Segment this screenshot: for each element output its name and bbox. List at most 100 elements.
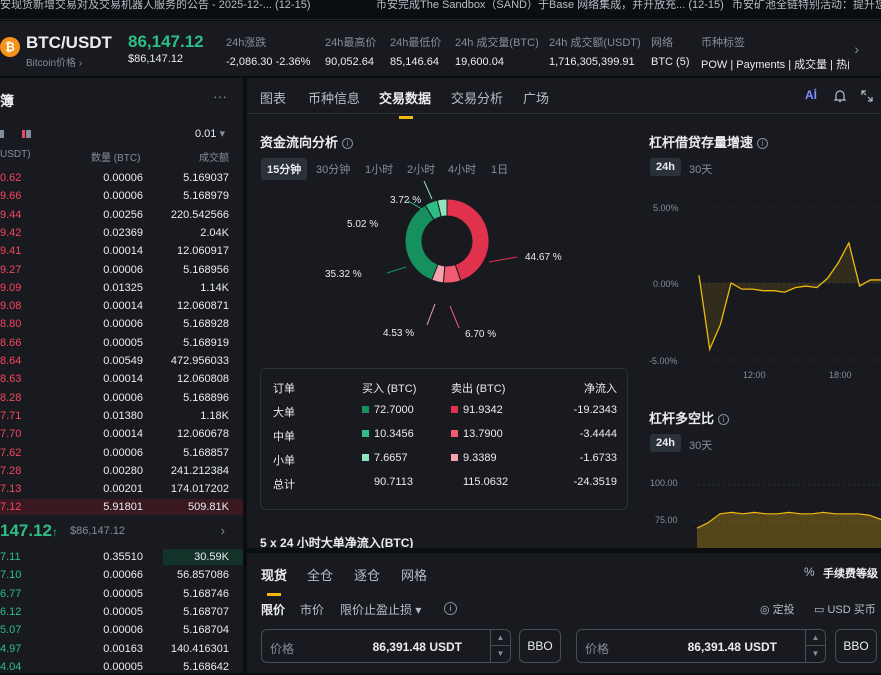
order-book-row[interactable]: 6.77 0.00005 5.168746 <box>0 586 243 602</box>
interval-1d[interactable]: 1日 <box>491 161 508 177</box>
stat-label: 24h最高价 <box>325 37 377 49</box>
mid-price-row[interactable]: 147.12↑ $86,147.12 › <box>0 521 243 547</box>
legend-swatch <box>451 454 458 461</box>
info-icon[interactable]: i <box>342 138 354 149</box>
order-book-row[interactable]: 8.28 0.00006 5.168896 <box>0 390 243 406</box>
fee-level-link[interactable]: 手续费等级 <box>823 565 878 581</box>
chevron-down-icon[interactable]: ▼ <box>806 645 825 661</box>
order-book-row[interactable]: 7.62 0.00006 5.168857 <box>0 445 243 461</box>
order-book-row[interactable]: 7.10 0.00066 56.857086 <box>0 567 243 583</box>
chevron-right-icon[interactable]: › <box>854 41 859 57</box>
chevron-up-icon[interactable]: ▲ <box>491 630 510 645</box>
more-options-icon[interactable]: ··· <box>213 88 227 104</box>
info-icon[interactable]: i <box>444 602 457 615</box>
row-amount: 0.00005 <box>103 336 143 349</box>
tab-trading-analysis[interactable]: 交易分析 <box>451 88 503 107</box>
interval-4h[interactable]: 4小时 <box>448 161 476 177</box>
tab-cross[interactable]: 全仓 <box>307 565 333 584</box>
buy-bbo-button[interactable]: BBO <box>519 629 561 663</box>
pair-title[interactable]: BTC/USDT <box>26 33 112 53</box>
info-icon[interactable]: i <box>757 138 769 149</box>
book-layout-toggle[interactable] <box>0 129 34 139</box>
tab-isolated[interactable]: 逐仓 <box>354 565 380 584</box>
order-book-row[interactable]: 9.41 0.00014 12.060917 <box>0 243 243 259</box>
order-book-row[interactable]: 9.08 0.00014 12.060871 <box>0 298 243 314</box>
flow-cell-name: 大单 <box>273 404 295 420</box>
pair-subtitle-link[interactable]: Bitcoin价格 › <box>26 54 82 69</box>
tab-square[interactable]: 广场 <box>523 88 549 107</box>
order-book-row[interactable]: 9.44 0.00256 220.542566 <box>0 207 243 223</box>
interval-30m[interactable]: 30分钟 <box>316 161 350 177</box>
order-book-row[interactable]: 7.12 5.91801 509.81K <box>0 499 243 516</box>
order-book-row[interactable]: 0.62 0.00006 5.169037 <box>0 170 243 186</box>
order-book-row[interactable]: 9.27 0.00006 5.168956 <box>0 262 243 278</box>
slice-label-large-sell: 44.67 % <box>525 252 562 263</box>
order-type-market[interactable]: 市价 <box>300 601 324 618</box>
longshort-title-text: 杠杆多空比 <box>649 411 715 426</box>
order-book-row[interactable]: 7.70 0.00014 12.060678 <box>0 426 243 442</box>
interval-15m[interactable]: 15分钟 <box>261 158 308 180</box>
order-book-row[interactable]: 4.97 0.00163 140.416301 <box>0 641 243 657</box>
tab-chart[interactable]: 图表 <box>260 88 286 107</box>
order-book-row[interactable]: 5.07 0.00006 5.168704 <box>0 622 243 638</box>
stat-value: -2,086.30 -2.36% <box>226 56 311 68</box>
tab-grid[interactable]: 网格 <box>401 565 427 584</box>
order-book-row[interactable]: 9.42 0.02369 2.04K <box>0 225 243 241</box>
row-price: 7.11 <box>0 551 21 563</box>
order-book-row[interactable]: 7.13 0.00201 174.017202 <box>0 481 243 497</box>
buy-price-input[interactable]: 价格 86,391.48 USDT ▲ ▼ <box>261 629 511 663</box>
chevron-down-icon[interactable]: ▼ <box>491 645 510 661</box>
order-book-row[interactable]: 7.11 0.35510 30.59K <box>0 549 243 565</box>
row-total: 12.060678 <box>177 428 229 441</box>
chevron-up-icon[interactable]: ▲ <box>806 630 825 645</box>
order-type-limit[interactable]: 限价 <box>261 601 285 618</box>
order-book-row[interactable]: 8.64 0.00549 472.956033 <box>0 353 243 369</box>
order-book-row[interactable]: 7.28 0.00280 241.212384 <box>0 463 243 479</box>
interval-2h[interactable]: 2小时 <box>407 161 435 177</box>
margin-pill-30d[interactable]: 30天 <box>689 161 712 177</box>
flow-table: 订单 买入 (BTC) 卖出 (BTC) 净流入 大单 72.7000 91.934… <box>260 368 628 510</box>
row-price: 9.41 <box>0 245 22 258</box>
stat-network[interactable]: 网络 BTC (5) <box>651 34 690 68</box>
percent-icon[interactable]: % <box>804 565 815 579</box>
order-book-row[interactable]: 4.04 0.00005 5.168642 <box>0 659 243 675</box>
tab-spot[interactable]: 现货 <box>261 565 287 596</box>
order-book-row[interactable]: 8.66 0.00005 5.168919 <box>0 335 243 351</box>
ticker-item[interactable]: 安现货新增交易对及交易机器人服务的公告 - 2025-12-... (12-15… <box>0 0 311 12</box>
margin-pill-24h[interactable]: 24h <box>650 158 681 176</box>
row-amount: 0.00014 <box>103 428 143 441</box>
sell-price-input[interactable]: 价格 86,391.48 USDT ▲ ▼ <box>576 629 826 663</box>
buy-with-usd-link[interactable]: ▭ USD 买币 <box>814 601 876 617</box>
flow-value: -24.3519 <box>573 476 617 488</box>
bell-icon[interactable] <box>833 89 847 103</box>
stat-tags[interactable]: 币种标签 POW | Payments | 成交量 | 热门 <box>701 34 849 72</box>
interval-1h[interactable]: 1小时 <box>365 161 393 177</box>
longshort-pill-24h[interactable]: 24h <box>650 434 681 452</box>
book-layout-icon[interactable] <box>0 129 34 139</box>
order-book-row[interactable]: 6.12 0.00005 5.168707 <box>0 604 243 620</box>
slice-label-small-buy: 3.72 % <box>390 195 422 206</box>
sell-bbo-button[interactable]: BBO <box>835 629 877 663</box>
tick-size-select[interactable]: 0.01 ▾ <box>195 127 225 140</box>
order-book-row[interactable]: 8.63 0.00014 12.060808 <box>0 371 243 387</box>
last-price-usd: $86,147.12 <box>128 53 184 65</box>
tab-trading-data[interactable]: 交易数据 <box>379 88 431 119</box>
expand-icon[interactable] <box>860 89 874 103</box>
order-book-row[interactable]: 9.66 0.00006 5.168979 <box>0 188 243 204</box>
row-amount: 0.00006 <box>103 172 143 184</box>
tab-coin-info[interactable]: 币种信息 <box>308 88 360 107</box>
order-book-row[interactable]: 8.80 0.00006 5.168928 <box>0 316 243 332</box>
info-icon[interactable]: i <box>718 414 730 425</box>
ai-icon[interactable]: Aİ <box>805 88 817 102</box>
recurring-buy-link[interactable]: ◎ 定投 <box>760 601 795 617</box>
price-stepper[interactable]: ▲ ▼ <box>805 630 825 662</box>
row-total: 5.168928 <box>183 318 229 331</box>
longshort-pill-30d[interactable]: 30天 <box>689 437 712 453</box>
ticker-item[interactable]: 币安矿池全链特别活动：提升您 <box>732 0 881 12</box>
order-type-stop-limit[interactable]: 限价止盈止损 ▾ <box>340 601 421 618</box>
order-book-row[interactable]: 9.09 0.01325 1.14K <box>0 280 243 296</box>
price-stepper[interactable]: ▲ ▼ <box>490 630 510 662</box>
order-book-row[interactable]: 7.71 0.01380 1.18K <box>0 408 243 424</box>
chevron-right-icon[interactable]: › <box>221 523 225 538</box>
ticker-item[interactable]: 币安完成The Sandbox（SAND）于Base 网络集成，并开放充... … <box>376 0 724 12</box>
